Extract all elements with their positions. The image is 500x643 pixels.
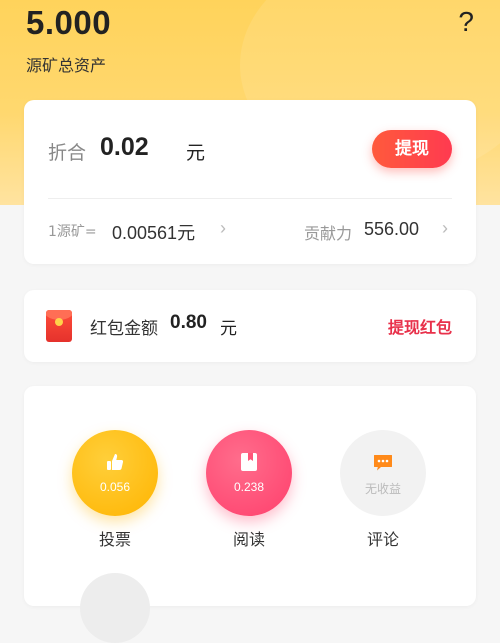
task-read[interactable]: 0.238 阅读 xyxy=(206,430,292,550)
earnings-tasks-card: 0.056 投票 0.238 阅读 无收益 评论 xyxy=(24,386,476,606)
total-assets-label: 源矿总资产 xyxy=(26,56,107,75)
equivalent-label: 折合 xyxy=(48,142,87,164)
contribution-value[interactable]: 556.00 xyxy=(364,219,419,240)
vote-amount: 0.056 xyxy=(99,480,131,494)
red-packet-label: 红包金额 xyxy=(90,319,158,339)
bookmark-icon xyxy=(206,452,292,472)
thumbs-up-icon xyxy=(72,452,158,472)
red-envelope-icon xyxy=(46,310,72,342)
withdraw-red-packet-link[interactable]: 提现红包 xyxy=(388,314,452,338)
task-vote[interactable]: 0.056 投票 xyxy=(72,430,158,550)
exchange-rate-value[interactable]: 0.00561元 xyxy=(112,219,195,245)
help-icon[interactable]: ? xyxy=(458,6,474,38)
exchange-rate-label[interactable]: 1源矿= xyxy=(48,221,97,241)
task-comment[interactable]: 无收益 评论 xyxy=(340,430,426,550)
read-label: 阅读 xyxy=(232,530,265,549)
equivalent-unit: 元 xyxy=(186,142,206,164)
vote-label: 投票 xyxy=(98,530,131,549)
comment-circle-button[interactable]: 无收益 xyxy=(340,430,426,516)
equivalent-value: 0.02 xyxy=(100,133,149,161)
divider xyxy=(48,198,452,199)
next-task-circle[interactable] xyxy=(80,573,150,643)
red-packet-value: 0.80 xyxy=(170,312,207,333)
chevron-right-icon[interactable]: › xyxy=(442,218,448,239)
chevron-right-icon[interactable]: › xyxy=(220,218,226,239)
comment-label: 评论 xyxy=(366,530,399,549)
read-amount: 0.238 xyxy=(233,480,265,494)
red-packet-card: 红包金额 0.80 元 提现红包 xyxy=(24,290,476,362)
read-circle-button[interactable]: 0.238 xyxy=(206,430,292,516)
contribution-label[interactable]: 贡献力 xyxy=(304,220,352,244)
vote-circle-button[interactable]: 0.056 xyxy=(72,430,158,516)
comment-amount: 无收益 xyxy=(364,482,401,496)
balance-card: 折合 0.02 元 提现 1源矿= 0.00561元 › 贡献力 556.00 … xyxy=(24,100,476,264)
red-packet-unit: 元 xyxy=(220,319,237,339)
total-assets-value: 5.000 xyxy=(26,4,112,41)
withdraw-button[interactable]: 提现 xyxy=(372,130,452,168)
comment-icon xyxy=(340,452,426,472)
